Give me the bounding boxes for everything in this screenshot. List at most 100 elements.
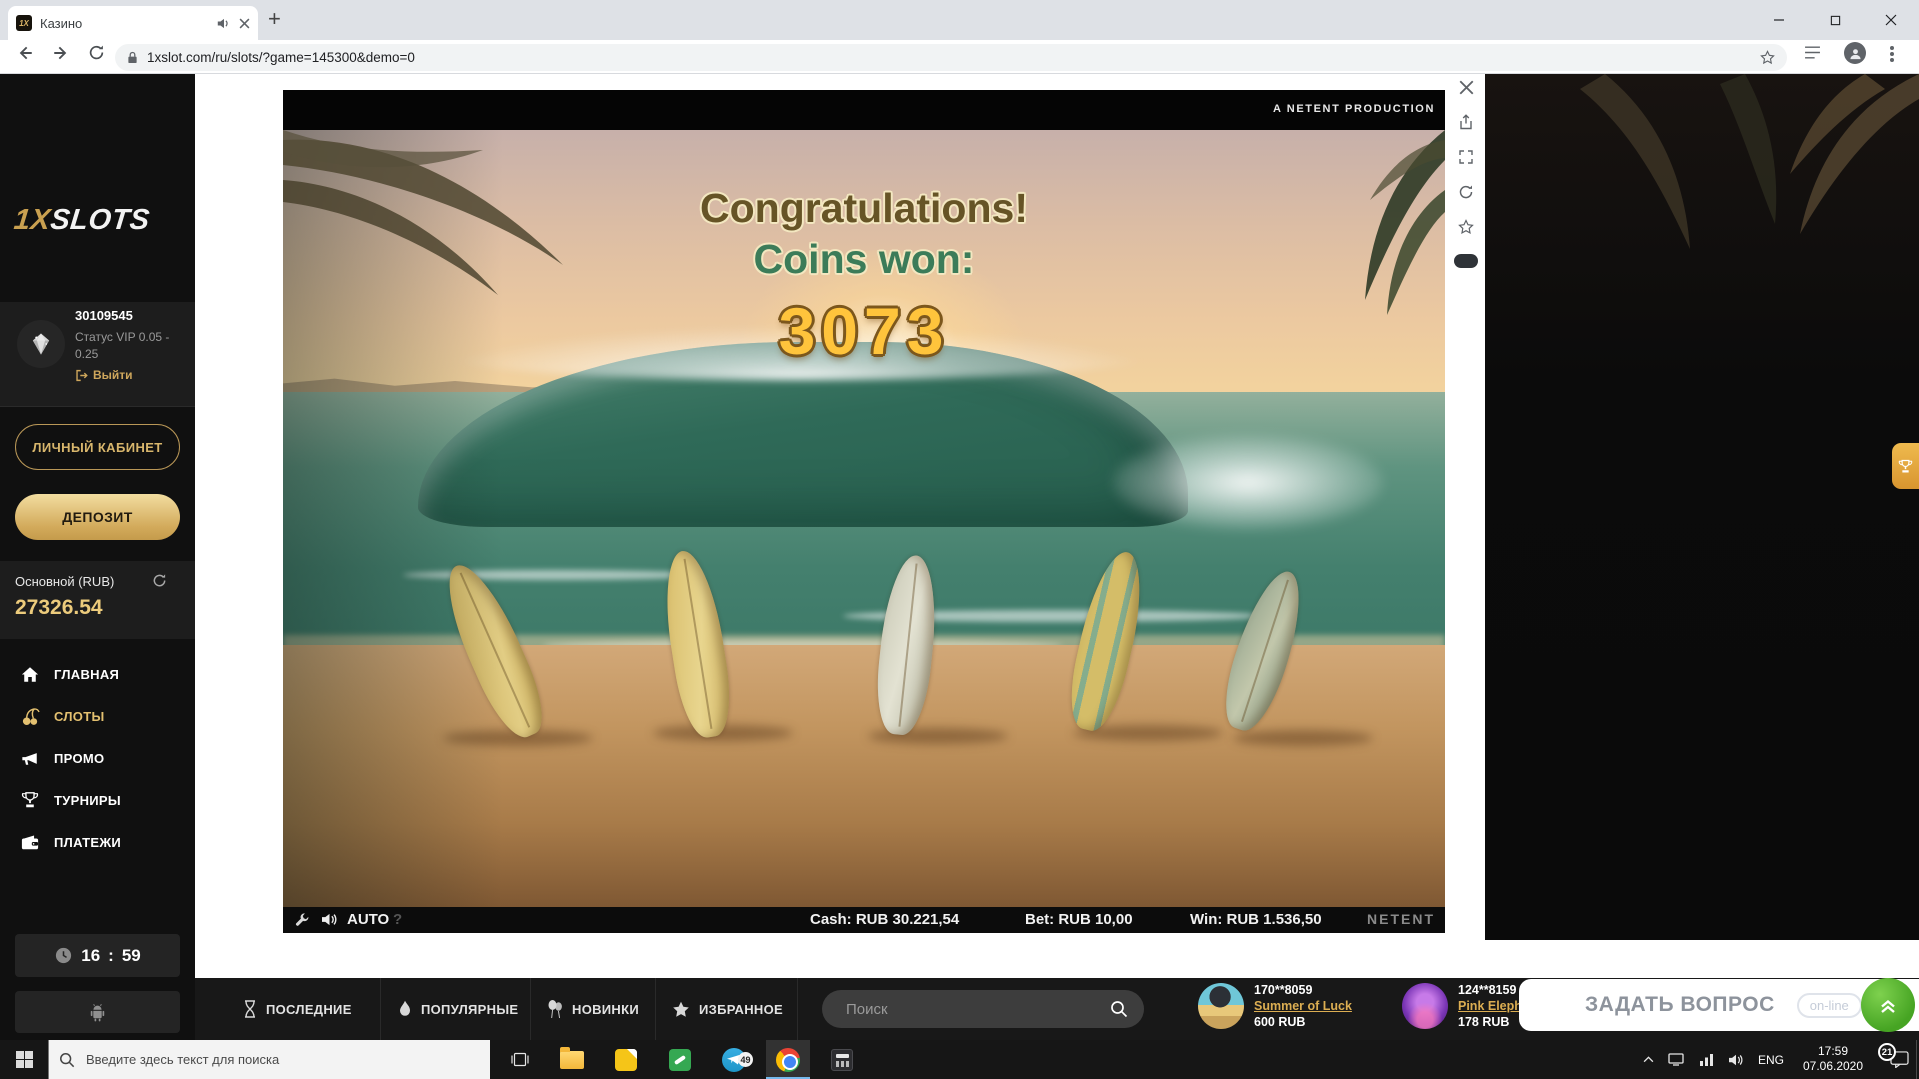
- refresh-balance-icon[interactable]: [152, 573, 167, 588]
- android-app-button[interactable]: [15, 991, 180, 1033]
- user-status: Статус VIP 0.05 - 0.25: [75, 329, 169, 363]
- taskbar-search-input[interactable]: [84, 1051, 480, 1068]
- winner-item[interactable]: 170**8059 Summer of Luck 600 RUB: [1198, 982, 1352, 1030]
- hourglass-icon: [243, 1000, 257, 1018]
- clock-time: 17:59: [1792, 1044, 1874, 1059]
- window-close-button[interactable]: [1863, 0, 1919, 40]
- tab-close-icon[interactable]: [239, 18, 250, 29]
- tab-popular[interactable]: ПОПУЛЯРНЫЕ: [398, 978, 518, 1040]
- games-search[interactable]: [822, 990, 1144, 1028]
- game-canvas: A NETENT PRODUCTION: [283, 90, 1445, 933]
- telegram-badge: 49: [738, 1052, 753, 1067]
- cherries-icon: [20, 707, 40, 726]
- page-backdrop: [1485, 74, 1919, 940]
- logo-white-part: SLOTS: [49, 204, 152, 236]
- production-credit: A NETENT PRODUCTION: [1273, 103, 1435, 115]
- tournament-flyout-tab[interactable]: [1892, 443, 1919, 489]
- bonus-timer[interactable]: 16 : 59: [15, 934, 180, 977]
- winner-game-link[interactable]: Summer of Luck: [1254, 998, 1352, 1014]
- green-app-button[interactable]: [658, 1040, 702, 1079]
- profile-avatar-icon[interactable]: [1844, 42, 1866, 64]
- winner-id: 124**8159: [1458, 982, 1522, 998]
- browser-menu-icon[interactable]: [1890, 44, 1894, 64]
- chat-open-button[interactable]: [1861, 978, 1915, 1032]
- account-button[interactable]: ЛИЧНЫЙ КАБИНЕТ: [15, 424, 180, 470]
- fullscreen-icon[interactable]: [1458, 149, 1474, 170]
- flame-icon: [398, 1000, 412, 1018]
- auto-button[interactable]: AUTO: [347, 911, 389, 928]
- status-line2: 0.25: [75, 346, 169, 363]
- notification-badge: 21: [1878, 1043, 1896, 1061]
- display-icon: [1668, 1053, 1684, 1066]
- task-view-button[interactable]: [498, 1040, 542, 1079]
- reload-game-icon[interactable]: [1458, 184, 1474, 205]
- lock-icon: [127, 51, 138, 64]
- double-chevron-up-icon: [1876, 993, 1900, 1017]
- start-button[interactable]: [0, 1040, 48, 1079]
- favorite-star-icon[interactable]: [1458, 219, 1474, 240]
- balloons-icon: [547, 999, 563, 1019]
- taskbar-clock[interactable]: 17:59 07.06.2020: [1792, 1044, 1874, 1074]
- logo-gold-part: 1X: [12, 204, 52, 236]
- chrome-icon: [776, 1048, 800, 1072]
- taskbar-search[interactable]: [48, 1040, 490, 1079]
- congrats-title: Congratulations!: [283, 185, 1445, 232]
- notification-center-button[interactable]: 21: [1880, 1040, 1919, 1079]
- chrome-button[interactable]: [766, 1040, 810, 1079]
- winner-item[interactable]: 124**8159 Pink Eleph 178 RUB: [1402, 982, 1522, 1030]
- logout-link[interactable]: Выйти: [75, 368, 133, 382]
- site-logo[interactable]: 1XSLOTS: [12, 204, 151, 237]
- sidebar-item-payments[interactable]: ПЛАТЕЖИ: [0, 821, 195, 863]
- sidebar-item-label: ТУРНИРЫ: [54, 793, 121, 808]
- reading-list-icon[interactable]: [1804, 45, 1821, 60]
- user-avatar[interactable]: [17, 320, 65, 368]
- tab-new[interactable]: НОВИНКИ: [547, 978, 639, 1040]
- share-icon[interactable]: [1458, 114, 1474, 135]
- games-search-input[interactable]: [844, 1000, 1100, 1019]
- close-icon[interactable]: [1459, 80, 1474, 100]
- tray-display-button[interactable]: [1662, 1040, 1690, 1079]
- sidebar-item-label: ГЛАВНАЯ: [54, 667, 119, 682]
- winner-game-link[interactable]: Pink Eleph: [1458, 998, 1522, 1014]
- forward-button[interactable]: [52, 44, 70, 62]
- timer-minutes: 16: [81, 946, 100, 966]
- yellow-app-button[interactable]: [604, 1040, 648, 1079]
- search-icon: [1110, 1000, 1128, 1018]
- timer-colon: :: [108, 946, 114, 966]
- help-button[interactable]: ?: [393, 911, 402, 928]
- windows-logo-icon: [16, 1051, 33, 1068]
- sidebar-item-promo[interactable]: ПРОМО: [0, 737, 195, 779]
- sidebar-item-home[interactable]: ГЛАВНАЯ: [0, 653, 195, 695]
- tab-title: Казино: [40, 16, 209, 31]
- tab-audio-icon[interactable]: [217, 17, 231, 30]
- back-button[interactable]: [16, 44, 34, 62]
- game-settings-icon[interactable]: [295, 912, 310, 927]
- tray-expand-button[interactable]: [1634, 1040, 1662, 1079]
- new-tab-button[interactable]: +: [268, 8, 281, 30]
- window-maximize-button[interactable]: [1807, 0, 1863, 40]
- deposit-button[interactable]: ДЕПОЗИТ: [15, 494, 180, 540]
- green-app-icon: [669, 1049, 691, 1071]
- tray-network-button[interactable]: [1692, 1040, 1720, 1079]
- window-minimize-button[interactable]: [1751, 0, 1807, 40]
- show-desktop-strip[interactable]: [1916, 1040, 1917, 1079]
- file-explorer-button[interactable]: [550, 1040, 594, 1079]
- tab-label: ПОСЛЕДНИЕ: [266, 1002, 352, 1017]
- sidebar-item-slots[interactable]: СЛОТЫ: [0, 695, 195, 737]
- tab-latest[interactable]: ПОСЛЕДНИЕ: [243, 978, 352, 1040]
- calculator-button[interactable]: [820, 1040, 864, 1079]
- omnibox[interactable]: 1xslot.com/ru/slots/?game=145300&demo=0: [115, 44, 1787, 71]
- bookmark-star-icon[interactable]: [1760, 50, 1775, 65]
- tray-volume-button[interactable]: [1722, 1040, 1750, 1079]
- browser-tab[interactable]: 1X Казино: [8, 6, 258, 40]
- sidebar-item-tournaments[interactable]: ТУРНИРЫ: [0, 779, 195, 821]
- reload-button[interactable]: [88, 44, 105, 61]
- theme-toggle[interactable]: [1454, 254, 1478, 268]
- game-sound-icon[interactable]: [321, 912, 338, 927]
- language-indicator[interactable]: ENG: [1752, 1040, 1790, 1079]
- telegram-button[interactable]: 49: [712, 1040, 756, 1079]
- tab-favorites[interactable]: ИЗБРАННОЕ: [672, 978, 783, 1040]
- chat-widget[interactable]: ЗАДАТЬ ВОПРОС on-line: [1519, 979, 1919, 1031]
- task-view-icon: [510, 1052, 530, 1067]
- coins-won-label: Coins won:: [283, 236, 1445, 283]
